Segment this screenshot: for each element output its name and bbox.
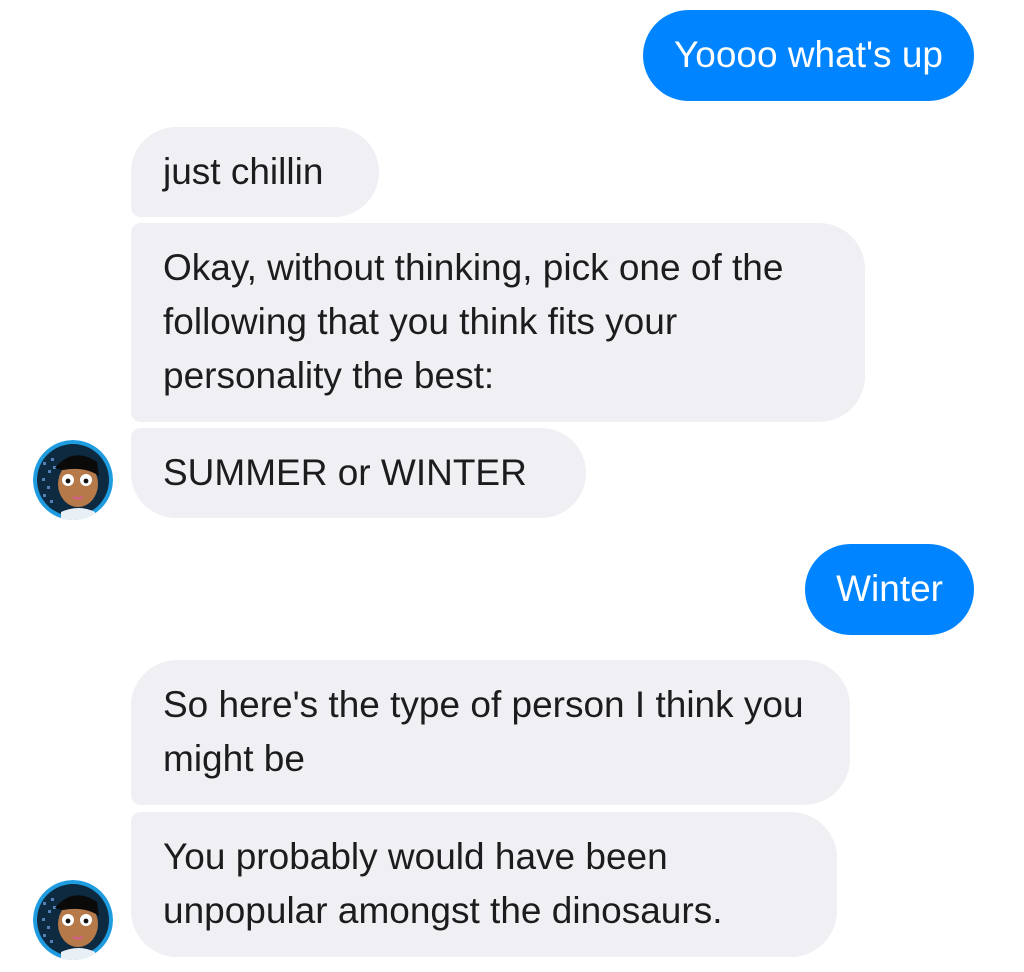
message-bubble-incoming[interactable]: just chillin [131,127,379,217]
message-bubble-outgoing[interactable]: Winter [805,544,974,635]
message-bubble-incoming[interactable]: SUMMER or WINTER [131,428,586,518]
bot-avatar-icon[interactable] [33,880,113,960]
message-bubble-incoming[interactable]: So here's the type of person I think you… [131,660,850,805]
message-bubble-outgoing[interactable]: Yoooo what's up [642,10,974,101]
message-bubble-incoming[interactable]: You probably would have been unpopular a… [131,812,837,957]
bot-avatar-icon [33,880,113,960]
bot-avatar-icon [33,440,113,520]
message-bubble-incoming[interactable]: Okay, without thinking, pick one of the … [131,223,865,422]
bot-avatar-icon[interactable] [33,440,113,520]
